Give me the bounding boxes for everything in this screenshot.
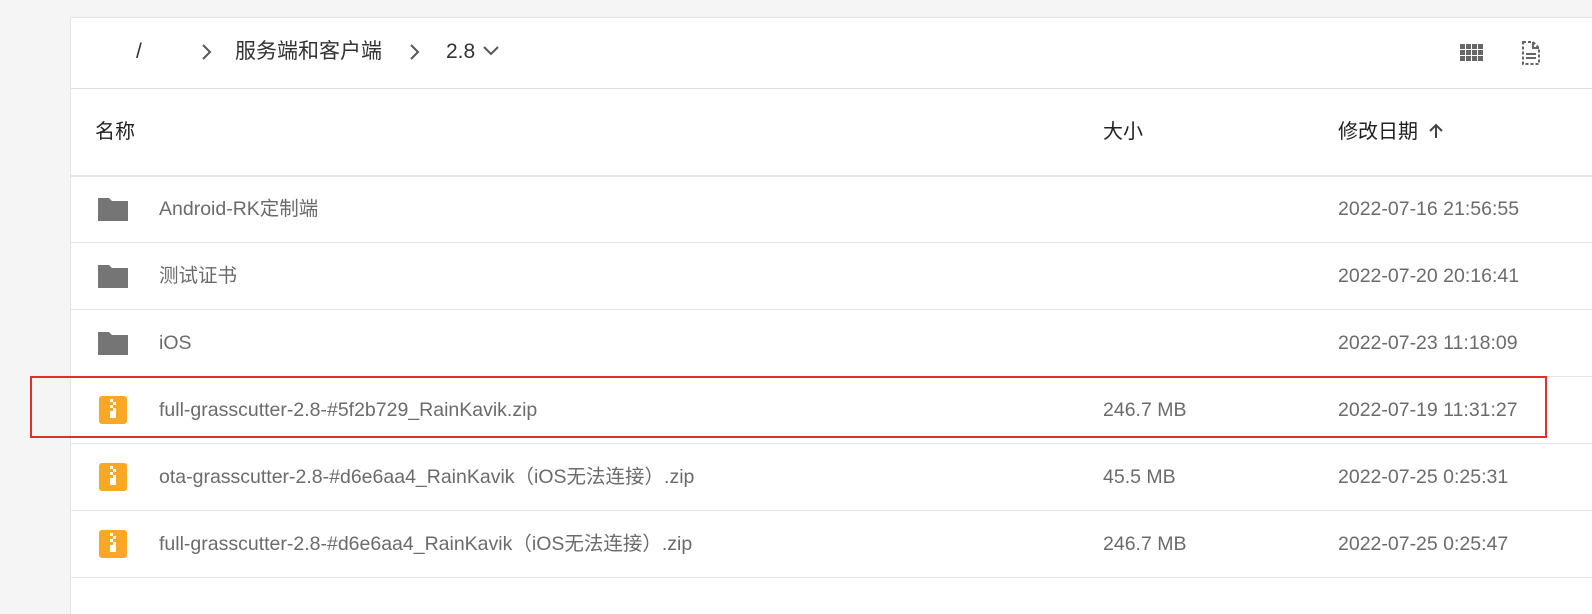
file-name: 测试证书	[159, 265, 238, 287]
zip-file-icon	[99, 396, 127, 424]
breadcrumb-toolbar: / 服务端和客户端 2.8	[71, 18, 1592, 89]
zip-file-icon	[99, 530, 127, 558]
file-date: 2022-07-19 11:31:27	[1338, 399, 1518, 421]
file-date: 2022-07-25 0:25:47	[1338, 533, 1509, 555]
grid-view-icon[interactable]	[1458, 40, 1484, 66]
file-size: 246.7 MB	[1103, 399, 1187, 421]
arrow-up-icon	[1429, 123, 1443, 138]
file-date: 2022-07-16 21:56:55	[1338, 198, 1520, 220]
file-size: 246.7 MB	[1103, 533, 1187, 555]
table-header: 名称 大小 修改日期	[71, 89, 1592, 177]
breadcrumb-folder[interactable]: 服务端和客户端	[235, 18, 382, 88]
table-row[interactable]: full-grasscutter-2.8-#d6e6aa4_RainKavik（…	[71, 511, 1592, 578]
header-size[interactable]: 大小	[1103, 89, 1143, 175]
table-row[interactable]: full-grasscutter-2.8-#5f2b729_RainKavik.…	[71, 377, 1592, 444]
table-row[interactable]: iOS 2022-07-23 11:18:09	[71, 310, 1592, 377]
folder-icon	[98, 198, 128, 221]
file-date: 2022-07-20 20:16:41	[1338, 265, 1520, 287]
file-info-icon[interactable]	[1518, 40, 1544, 66]
file-date: 2022-07-23 11:18:09	[1338, 332, 1518, 354]
chevron-down-icon	[483, 46, 499, 56]
table-row[interactable]: ota-grasscutter-2.8-#d6e6aa4_RainKavik（i…	[71, 444, 1592, 511]
folder-icon	[98, 265, 128, 288]
file-name: iOS	[159, 332, 192, 354]
file-browser-panel: / 服务端和客户端 2.8 名称 大小 修改日期 Android-RK定制端 2…	[70, 17, 1592, 614]
chevron-right-icon	[410, 44, 420, 60]
header-date-label: 修改日期	[1338, 121, 1418, 143]
header-name[interactable]: 名称	[95, 89, 135, 175]
file-name: ota-grasscutter-2.8-#d6e6aa4_RainKavik（i…	[159, 466, 695, 488]
breadcrumb-current-label: 2.8	[446, 40, 476, 63]
header-date[interactable]: 修改日期	[1338, 89, 1446, 175]
chevron-right-icon	[202, 44, 212, 60]
folder-icon	[98, 332, 128, 355]
file-name: Android-RK定制端	[159, 198, 319, 220]
zip-file-icon	[99, 463, 127, 491]
file-size: 45.5 MB	[1103, 466, 1176, 488]
file-date: 2022-07-25 0:25:31	[1338, 466, 1509, 488]
file-list: Android-RK定制端 2022-07-16 21:56:55 测试证书 2…	[71, 176, 1592, 578]
table-row[interactable]: Android-RK定制端 2022-07-16 21:56:55	[71, 176, 1592, 243]
breadcrumb-root[interactable]: /	[136, 18, 142, 88]
table-row[interactable]: 测试证书 2022-07-20 20:16:41	[71, 243, 1592, 310]
file-name: full-grasscutter-2.8-#d6e6aa4_RainKavik（…	[159, 533, 693, 555]
file-name: full-grasscutter-2.8-#5f2b729_RainKavik.…	[159, 399, 538, 421]
breadcrumb-current[interactable]: 2.8	[446, 18, 501, 88]
